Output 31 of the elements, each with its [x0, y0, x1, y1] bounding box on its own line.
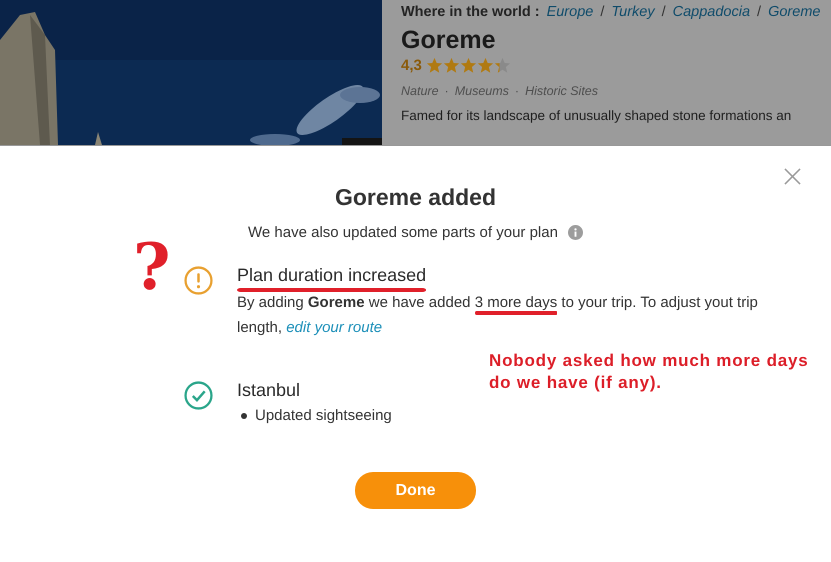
- category-tag: Nature: [401, 84, 439, 98]
- place-title: Goreme: [401, 26, 496, 55]
- dialog-subtitle: We have also updated some parts of your plan: [248, 224, 558, 241]
- question-mark-annotation: ?: [133, 236, 170, 300]
- edit-route-link[interactable]: edit your route: [286, 319, 382, 336]
- category-tag: Museums: [454, 84, 509, 98]
- annotation-note: Nobody asked how much more days do we have (if any).: [489, 350, 810, 394]
- close-icon[interactable]: [784, 168, 801, 185]
- breadcrumb-label: Where in the world :: [401, 4, 540, 20]
- breadcrumb-separator: /: [757, 4, 762, 20]
- breadcrumb-link[interactable]: Goreme: [768, 4, 820, 20]
- info-icon[interactable]: [568, 225, 583, 240]
- exclamation-icon: [184, 266, 213, 295]
- breadcrumb-link[interactable]: Turkey: [611, 4, 655, 20]
- bullet-icon: [241, 412, 247, 418]
- breadcrumb-separator: /: [600, 4, 604, 20]
- checkmark-icon: [184, 381, 213, 410]
- breadcrumb-link[interactable]: Cappadocia: [672, 4, 750, 20]
- update-title: Plan duration increased: [237, 265, 426, 286]
- breadcrumb-link[interactable]: Europe: [546, 4, 594, 20]
- place-description: Famed for its landscape of unusually shaped stone formations an: [401, 108, 792, 123]
- breadcrumb-separator: /: [662, 4, 666, 20]
- tag-separator: ·: [444, 84, 449, 98]
- done-button[interactable]: Done: [355, 472, 476, 509]
- update-title: Istanbul: [237, 380, 300, 401]
- category-tag: Historic Sites: [525, 84, 598, 98]
- dialog-title: Goreme added: [334, 184, 498, 211]
- update-item: Updated sightseeing: [255, 407, 392, 424]
- update-description: By adding Goreme we have added 3 more days to your trip. To adjust yout trip length, edit your route: [237, 293, 759, 338]
- rating-value: 4,3: [401, 57, 422, 74]
- tag-separator: ·: [514, 84, 520, 98]
